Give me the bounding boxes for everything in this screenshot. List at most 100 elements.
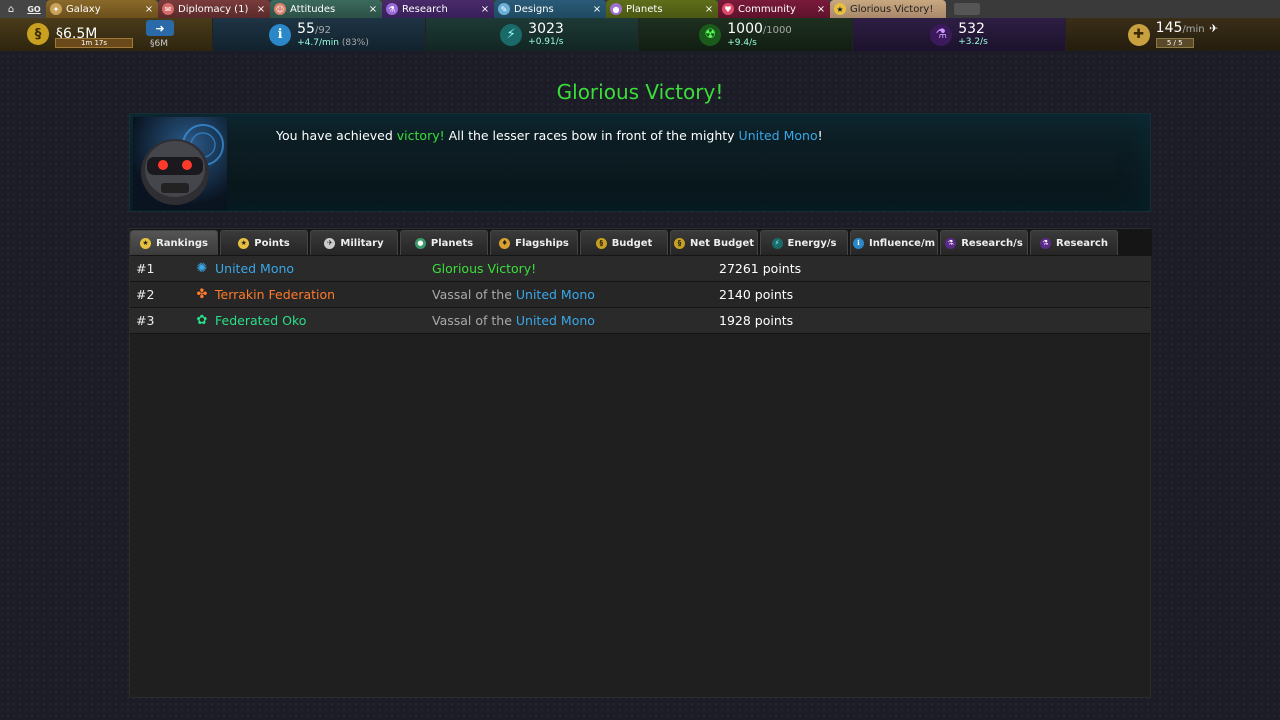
tab-attitudes[interactable]: ☺ Attitudes × bbox=[270, 0, 382, 18]
money-icon: § bbox=[27, 23, 49, 45]
money-icon: § bbox=[595, 237, 607, 249]
research-icon: ⚗ bbox=[945, 237, 957, 249]
table-row[interactable]: #2 ✤ Terrakin Federation Vassal of the U… bbox=[130, 282, 1150, 308]
tab-label: Budget bbox=[611, 237, 653, 249]
tab-diplomacy[interactable]: ✉ Diplomacy (1) × bbox=[158, 0, 270, 18]
tab-community[interactable]: ♥ Community × bbox=[718, 0, 830, 18]
rank-number: #3 bbox=[136, 313, 155, 328]
tab-influence[interactable]: ℹ Influence/m bbox=[850, 230, 938, 255]
money-debt: §6M bbox=[150, 39, 168, 49]
close-icon[interactable]: × bbox=[816, 4, 826, 15]
empire-name[interactable]: United Mono bbox=[215, 261, 294, 276]
tab-label: Flagships bbox=[515, 237, 569, 249]
resource-research[interactable]: ⚗ 532 +3.2/s bbox=[853, 18, 1066, 51]
flagship-icon: ♦ bbox=[499, 237, 511, 249]
tab-budget[interactable]: § Budget bbox=[580, 230, 668, 255]
resource-money[interactable]: § §6.5M 1m 17s ➜ §6M bbox=[0, 18, 213, 51]
close-icon[interactable]: × bbox=[704, 4, 714, 15]
message-text: All the lesser races bow in front of the… bbox=[444, 128, 739, 143]
empire-name[interactable]: Federated Oko bbox=[215, 313, 306, 328]
tab-label: Military bbox=[340, 237, 384, 249]
resource-bar: § §6.5M 1m 17s ➜ §6M ℹ 55/92 +4.7/min (8… bbox=[0, 18, 1280, 51]
table-row[interactable]: #1 ✺ United Mono Glorious Victory! 27261… bbox=[130, 256, 1150, 282]
close-icon[interactable]: × bbox=[592, 4, 602, 15]
tab-label: Galaxy bbox=[66, 3, 101, 15]
money-timer: 1m 17s bbox=[55, 38, 133, 48]
defense-max: /1000 bbox=[762, 24, 792, 36]
rankings-table: #1 ✺ United Mono Glorious Victory! 27261… bbox=[130, 256, 1152, 334]
tab-planets[interactable]: ● Planets × bbox=[606, 0, 718, 18]
close-icon[interactable]: × bbox=[144, 4, 154, 15]
tab-label: Research/s bbox=[961, 237, 1023, 249]
tab-label: Energy/s bbox=[787, 237, 837, 249]
close-icon[interactable]: × bbox=[368, 4, 378, 15]
empire-status: Glorious Victory! bbox=[432, 261, 537, 276]
defense-rate: +9.4/s bbox=[727, 37, 757, 48]
tab-designs[interactable]: ✎ Designs × bbox=[494, 0, 606, 18]
home-icon[interactable]: ⌂ bbox=[0, 0, 22, 18]
rank-number: #1 bbox=[136, 261, 155, 276]
tab-rankings[interactable]: ★ Rankings bbox=[130, 230, 218, 255]
research-rate: +3.2/s bbox=[958, 37, 988, 47]
message-text: ! bbox=[817, 128, 823, 143]
tab-label: Influence/m bbox=[868, 237, 936, 249]
empire-status: Vassal of the bbox=[432, 313, 516, 328]
victory-message: You have achieved victory! All the lesse… bbox=[276, 128, 823, 143]
empire-points: 2140 points bbox=[719, 287, 794, 302]
close-icon[interactable]: × bbox=[480, 4, 490, 15]
new-tab-button[interactable] bbox=[954, 3, 980, 15]
empire-points: 27261 points bbox=[719, 261, 802, 276]
tab-glorious-victory[interactable]: ★ Glorious Victory! bbox=[830, 0, 946, 18]
ftl-bar: 5 / 5 bbox=[1155, 38, 1194, 48]
tab-energy[interactable]: ⚡ Energy/s bbox=[760, 230, 848, 255]
tab-research[interactable]: ⚗ Research bbox=[1030, 230, 1118, 255]
ftl-value: 145 bbox=[1155, 20, 1183, 36]
go-button[interactable]: GO bbox=[22, 0, 46, 18]
overlord-link[interactable]: United Mono bbox=[516, 287, 595, 302]
research-value: 532 bbox=[958, 21, 985, 37]
influence-rate: +4.7/min bbox=[297, 37, 339, 48]
empire-status: Vassal of the bbox=[432, 287, 516, 302]
research-icon: ⚗ bbox=[930, 23, 953, 46]
table-row[interactable]: #3 ✿ Federated Oko Vassal of the United … bbox=[130, 308, 1150, 334]
rank-number: #2 bbox=[136, 287, 155, 302]
resource-influence[interactable]: ℹ 55/92 +4.7/min (83%) bbox=[213, 18, 426, 51]
message-text: You have achieved bbox=[276, 128, 397, 143]
influence-max: /92 bbox=[314, 24, 332, 36]
tab-points[interactable]: ★ Points bbox=[220, 230, 308, 255]
galaxy-icon: ✦ bbox=[50, 3, 62, 15]
energy-icon: ⚡ bbox=[500, 23, 523, 46]
tab-label: Attitudes bbox=[290, 3, 336, 15]
energy-icon: ⚡ bbox=[771, 237, 783, 249]
medal-icon: ★ bbox=[238, 237, 250, 249]
ftl-unit: /min bbox=[1182, 24, 1205, 35]
tab-label: Research bbox=[1056, 237, 1108, 249]
close-icon[interactable]: × bbox=[256, 4, 266, 15]
tab-net-budget[interactable]: § Net Budget bbox=[670, 230, 758, 255]
empire-name[interactable]: Terrakin Federation bbox=[215, 287, 335, 302]
resource-ftl[interactable]: ✚ 145/min ✈ 5 / 5 bbox=[1066, 18, 1280, 51]
tab-label: Planets bbox=[626, 3, 663, 15]
transfer-arrow-icon[interactable]: ➜ bbox=[146, 20, 174, 36]
resource-defense[interactable]: ☢ 1000/1000 +9.4/s bbox=[639, 18, 853, 51]
tab-research[interactable]: ⚗ Research × bbox=[382, 0, 494, 18]
defense-value: 1000 bbox=[727, 20, 763, 37]
medal-icon: ★ bbox=[140, 237, 152, 249]
resource-energy[interactable]: ⚡ 3023 +0.91/s bbox=[426, 18, 639, 51]
empire-emblem-icon: ✿ bbox=[196, 313, 208, 328]
empire-emblem-icon: ✤ bbox=[196, 287, 208, 302]
tab-flagships[interactable]: ♦ Flagships bbox=[490, 230, 578, 255]
influence-icon: ℹ bbox=[269, 23, 292, 46]
tab-label: Planets bbox=[430, 237, 474, 249]
ftl-icon: ✚ bbox=[1127, 23, 1150, 46]
tab-military[interactable]: ✈ Military bbox=[310, 230, 398, 255]
tab-label: Points bbox=[254, 237, 290, 249]
tab-research-rate[interactable]: ⚗ Research/s bbox=[940, 230, 1028, 255]
message-empire-link[interactable]: United Mono bbox=[739, 128, 818, 143]
overlord-link[interactable]: United Mono bbox=[516, 313, 595, 328]
tab-planets[interactable]: ● Planets bbox=[400, 230, 488, 255]
tab-galaxy[interactable]: ✦ Galaxy × bbox=[46, 0, 158, 18]
military-icon: ✈ bbox=[324, 237, 336, 249]
tab-bar: ⌂ GO ✦ Galaxy × ✉ Diplomacy (1) × ☺ Atti… bbox=[0, 0, 1280, 18]
community-icon: ♥ bbox=[722, 3, 734, 15]
